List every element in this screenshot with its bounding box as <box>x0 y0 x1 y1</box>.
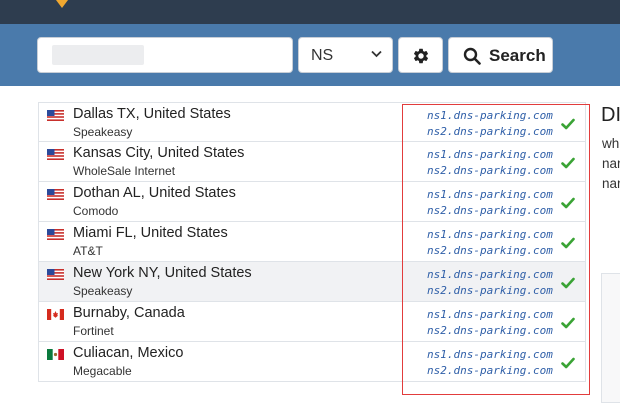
result-row[interactable]: Culiacan, Mexico Megacable ns1.dns-parking… <box>38 342 586 382</box>
obscured-domain-text <box>52 45 144 65</box>
nameserver-secondary: ns2.dns-parking.com <box>427 284 553 297</box>
settings-button[interactable] <box>398 37 443 73</box>
server-provider: AT&T <box>73 244 103 258</box>
server-location: New York NY, United States <box>73 265 252 281</box>
side-panel-title: DI <box>601 104 620 126</box>
nameserver-primary: ns1.dns-parking.com <box>427 308 553 321</box>
side-panel-card <box>601 273 620 403</box>
check-icon <box>561 317 575 329</box>
check-icon <box>561 197 575 209</box>
nameserver-primary: ns1.dns-parking.com <box>427 148 553 161</box>
check-icon <box>561 157 575 169</box>
side-panel-text: nar <box>602 156 620 171</box>
server-location: Kansas City, United States <box>73 145 245 161</box>
flag-mx-icon <box>47 349 64 360</box>
top-navbar <box>0 0 620 24</box>
nameserver-secondary: ns2.dns-parking.com <box>427 164 553 177</box>
nameserver-primary: ns1.dns-parking.com <box>427 109 553 122</box>
result-row[interactable]: Dothan AL, United States Comodo ns1.dns-pa… <box>38 182 586 222</box>
result-row[interactable]: New York NY, United States Speakeasy ns1.d… <box>38 262 586 302</box>
flag-us-icon <box>47 110 64 121</box>
side-panel-text: wh <box>602 136 620 151</box>
chevron-down-icon <box>371 50 382 58</box>
server-location: Burnaby, Canada <box>73 305 185 321</box>
gear-icon <box>413 48 429 64</box>
caret-icon <box>56 0 68 8</box>
check-icon <box>561 357 575 369</box>
record-type-value: NS <box>311 47 334 64</box>
flag-us-icon <box>47 229 64 240</box>
result-row[interactable]: Kansas City, United States WholeSale Inte… <box>38 142 586 182</box>
search-button[interactable]: Search <box>448 37 553 73</box>
record-type-select[interactable]: NS <box>298 37 393 73</box>
check-icon <box>561 237 575 249</box>
server-location: Dothan AL, United States <box>73 185 236 201</box>
result-row[interactable]: Dallas TX, United States Speakeasy ns1.dns… <box>38 102 586 142</box>
flag-us-icon <box>47 269 64 280</box>
nameserver-secondary: ns2.dns-parking.com <box>427 204 553 217</box>
server-provider: Comodo <box>73 204 119 218</box>
server-location: Miami FL, United States <box>73 225 228 241</box>
magnifier-icon <box>463 47 481 65</box>
side-panel-text: nar <box>602 176 620 191</box>
result-row[interactable]: Miami FL, United States AT&T ns1.dns-parki… <box>38 222 586 262</box>
nameserver-secondary: ns2.dns-parking.com <box>427 364 553 377</box>
search-button-label: Search <box>489 46 546 65</box>
server-provider: WholeSale Internet <box>73 164 176 178</box>
server-location: Culiacan, Mexico <box>73 345 184 361</box>
server-location: Dallas TX, United States <box>73 106 231 122</box>
nameserver-primary: ns1.dns-parking.com <box>427 268 553 281</box>
server-provider: Speakeasy <box>73 284 133 298</box>
flag-ca-icon <box>47 309 64 320</box>
nameserver-secondary: ns2.dns-parking.com <box>427 324 553 337</box>
nameserver-primary: ns1.dns-parking.com <box>427 228 553 241</box>
check-icon <box>561 118 575 130</box>
server-provider: Fortinet <box>73 324 114 338</box>
nameserver-secondary: ns2.dns-parking.com <box>427 125 553 138</box>
server-provider: Megacable <box>73 364 132 378</box>
server-provider: Speakeasy <box>73 125 133 139</box>
results-table: Dallas TX, United States Speakeasy ns1.dns… <box>38 102 586 382</box>
check-icon <box>561 277 575 289</box>
flag-us-icon <box>47 189 64 200</box>
result-row[interactable]: Burnaby, Canada Fortinet ns1.dns-parking.c… <box>38 302 586 342</box>
nameserver-primary: ns1.dns-parking.com <box>427 188 553 201</box>
nameserver-primary: ns1.dns-parking.com <box>427 348 553 361</box>
nameserver-secondary: ns2.dns-parking.com <box>427 244 553 257</box>
flag-us-icon <box>47 149 64 160</box>
